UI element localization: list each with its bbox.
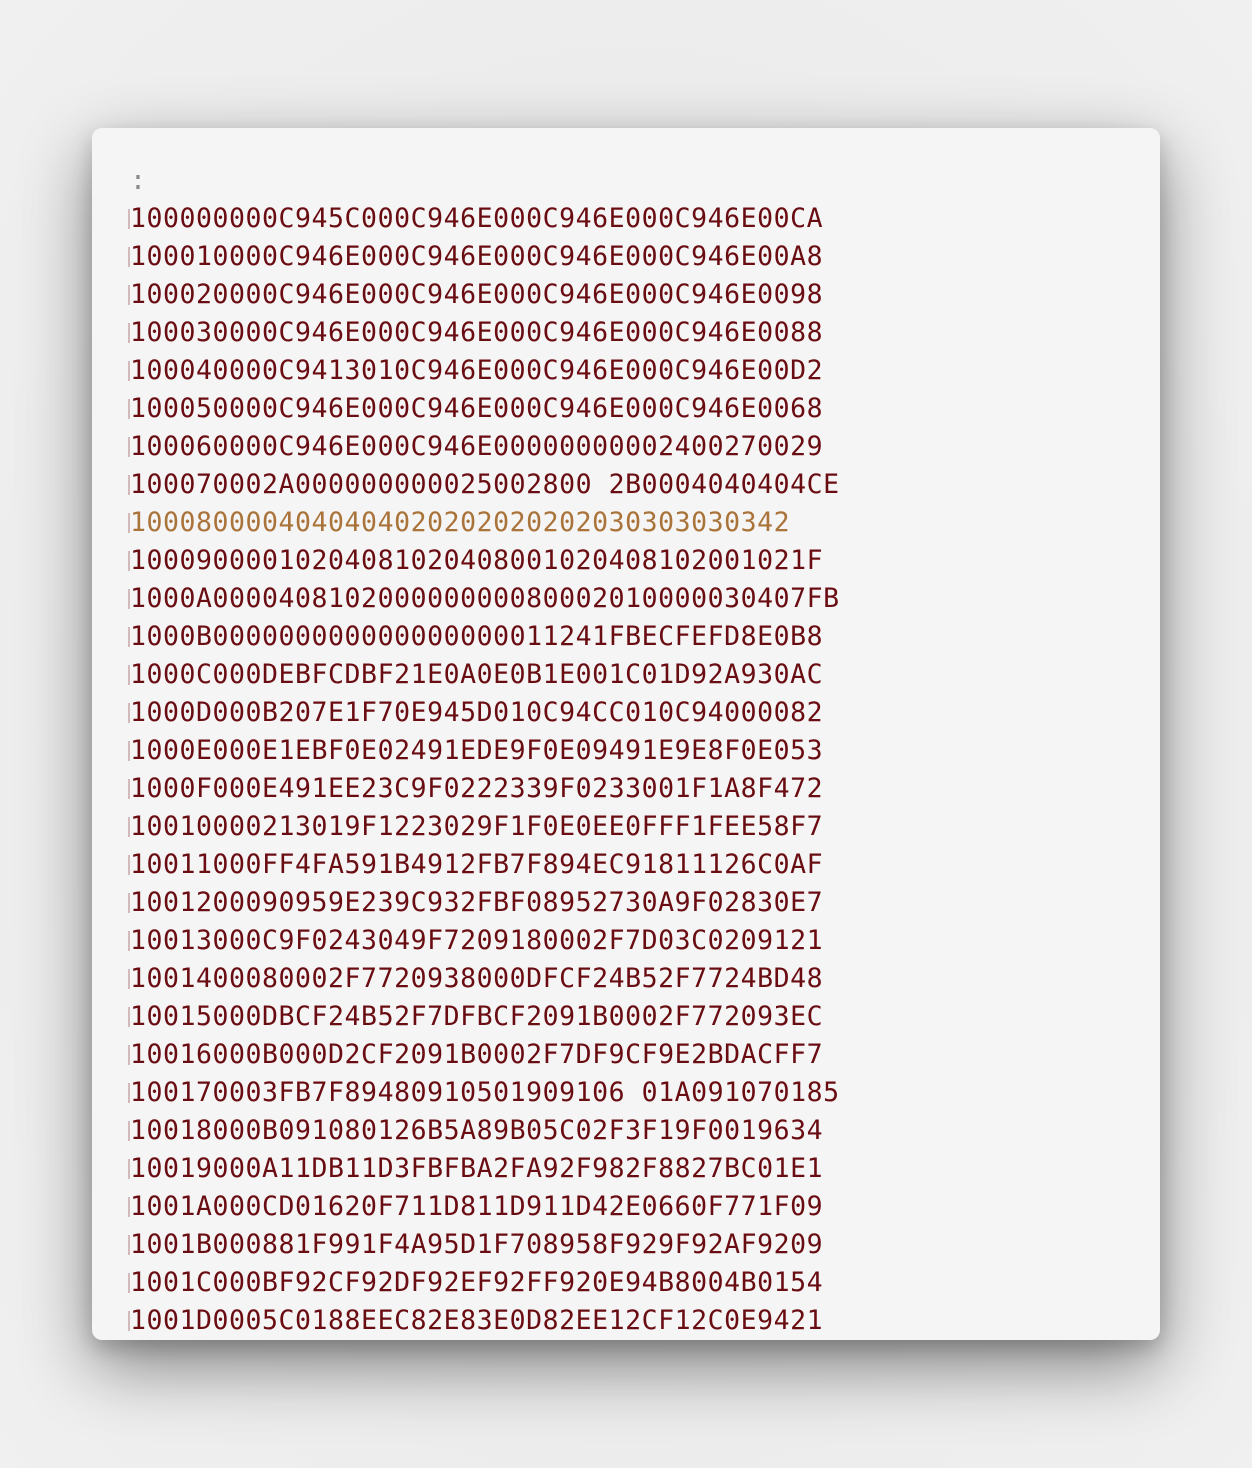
line-gutter-mark	[128, 931, 130, 951]
hex-record-line[interactable]: 1001400080002F7720938000DFCF24B52F7724BD…	[128, 960, 840, 998]
line-gutter-mark	[128, 475, 130, 495]
hex-record-line[interactable]: 10016000B000D2CF2091B0002F7DF9CF9E2BDACF…	[128, 1036, 840, 1074]
hex-record-line[interactable]: 1001B000881F991F4A95D1F708958F929F92AF92…	[128, 1226, 840, 1264]
hex-record-line[interactable]: 100010000C946E000C946E000C946E000C946E00…	[128, 238, 840, 276]
hex-record-list[interactable]: : 100000000C945C000C946E000C946E000C946E…	[128, 162, 840, 1340]
line-gutter-mark	[128, 513, 130, 533]
hex-record-line[interactable]: 100000000C945C000C946E000C946E000C946E00…	[128, 200, 840, 238]
line-gutter-mark	[128, 1273, 130, 1293]
line-gutter-mark	[128, 209, 130, 229]
line-gutter-mark	[128, 893, 130, 913]
line-gutter-mark	[128, 1121, 130, 1141]
line-gutter-mark	[128, 665, 130, 685]
hex-record-line[interactable]: 10019000A11DB11D3FBFBA2FA92F982F8827BC01…	[128, 1150, 840, 1188]
hex-record-line[interactable]: 1000C000DEBFCDBF21E0A0E0B1E001C01D92A930…	[128, 656, 840, 694]
line-gutter-mark	[128, 399, 130, 419]
hex-record-line[interactable]: 100050000C946E000C946E000C946E000C946E00…	[128, 390, 840, 428]
line-gutter-mark	[128, 1197, 130, 1217]
line-gutter-mark	[128, 817, 130, 837]
hex-record-line[interactable]: 10010000213019F1223029F1F0E0EE0FFF1FEE58…	[128, 808, 840, 846]
hex-record-line[interactable]: 1000A00004081020000000008000201000003040…	[128, 580, 840, 618]
line-gutter-mark	[128, 855, 130, 875]
hex-record-line[interactable]: 1000B000000000000000000011241FBECFEFD8E0…	[128, 618, 840, 656]
hex-record-line[interactable]: 1001C000BF92CF92DF92EF92FF920E94B8004B01…	[128, 1264, 840, 1302]
line-gutter-mark	[128, 437, 130, 457]
hex-record-line[interactable]: 100060000C946E000C946E000000000024002700…	[128, 428, 840, 466]
line-gutter-mark	[128, 1045, 130, 1065]
hex-record-line[interactable]: 10018000B091080126B5A89B05C02F3F19F00196…	[128, 1112, 840, 1150]
line-gutter-mark	[128, 703, 130, 723]
line-gutter-mark	[128, 627, 130, 647]
line-gutter-mark	[128, 1235, 130, 1255]
line-gutter-mark	[128, 1159, 130, 1179]
hex-record-line[interactable]: 10013000C9F0243049F7209180002F7D03C02091…	[128, 922, 840, 960]
hex-record-line[interactable]: 1000900001020408102040800102040810200102…	[128, 542, 840, 580]
line-gutter-mark	[128, 1007, 130, 1027]
line-gutter-mark	[128, 741, 130, 761]
hex-record-line[interactable]: 100170003FB7F89480910501909106 01A091070…	[128, 1074, 840, 1112]
hex-record-line[interactable]: 100070002A000000000025002800 2B000404040…	[128, 466, 840, 504]
line-gutter-mark	[128, 1311, 130, 1331]
line-gutter-mark	[128, 247, 130, 267]
hex-record-line[interactable]: 1001D0005C0188EEC82E83E0D82EE12CF12C0E94…	[128, 1302, 840, 1340]
record-start-code: :	[130, 165, 147, 196]
hex-record-line[interactable]: 100020000C946E000C946E000C946E000C946E00…	[128, 276, 840, 314]
hex-record-line[interactable]: 1001200090959E239C932FBF08952730A9F02830…	[128, 884, 840, 922]
hex-record-line-highlighted[interactable]: 1000800004040404020202020202030303030342	[128, 504, 840, 542]
hex-record-line[interactable]: 1000D000B207E1F70E945D010C94CC010C940000…	[128, 694, 840, 732]
hex-file-viewer[interactable]: : 100000000C945C000C946E000C946E000C946E…	[92, 128, 1160, 1340]
line-gutter-mark	[128, 361, 130, 381]
line-gutter-mark	[128, 969, 130, 989]
line-gutter-mark	[128, 285, 130, 305]
line-gutter-mark	[128, 551, 130, 571]
line-gutter-mark	[128, 589, 130, 609]
hex-record-line[interactable]: 1001A000CD01620F711D811D911D42E0660F771F…	[128, 1188, 840, 1226]
hex-record-line[interactable]: 100030000C946E000C946E000C946E000C946E00…	[128, 314, 840, 352]
line-gutter-mark	[128, 1083, 130, 1103]
line-gutter-mark	[128, 779, 130, 799]
hex-record-line[interactable]: 100040000C9413010C946E000C946E000C946E00…	[128, 352, 840, 390]
hex-record-line[interactable]: 1000F000E491EE23C9F0222339F0233001F1A8F4…	[128, 770, 840, 808]
hex-record-line[interactable]: 10011000FF4FA591B4912FB7F894EC91811126C0…	[128, 846, 840, 884]
line-gutter-mark	[128, 323, 130, 343]
hex-record-line[interactable]: 10015000DBCF24B52F7DFBCF2091B0002F772093…	[128, 998, 840, 1036]
hex-record-line[interactable]: 1000E000E1EBF0E02491EDE9F0E09491E9E8F0E0…	[128, 732, 840, 770]
